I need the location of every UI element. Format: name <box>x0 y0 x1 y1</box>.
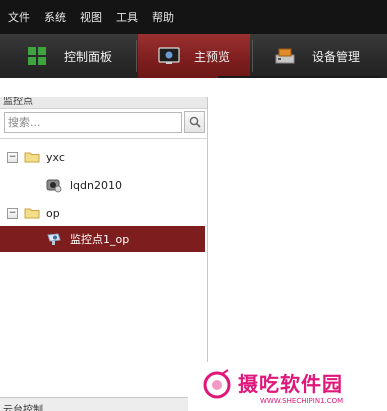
tree-item-label: 监控点1_op <box>70 233 130 246</box>
menu-help[interactable]: 帮助 <box>152 9 174 25</box>
ptz-control-label: 云台控制 <box>3 405 43 411</box>
tab-control-panel[interactable]: 控制面板 <box>0 34 134 78</box>
folder-icon <box>24 152 40 163</box>
watermark: 摄吃软件园 WWW.SHECHIPIN1.COM <box>188 362 387 411</box>
menu-tools[interactable]: 工具 <box>116 9 138 25</box>
toolbar-separator <box>136 40 137 72</box>
monitor-icon <box>158 45 180 67</box>
panel-title: 监控点 <box>3 97 33 107</box>
watermark-logo-icon <box>203 369 231 399</box>
tab-device-manage-label: 设备管理 <box>312 49 361 64</box>
device-icon <box>274 45 296 67</box>
watermark-name: 摄吃软件园 <box>238 372 343 396</box>
toolbar-separator <box>252 40 253 72</box>
panel-header: 监控点 <box>0 97 207 109</box>
tab-main-preview[interactable]: 主预览 <box>138 34 250 78</box>
tree-group-op[interactable]: − op <box>7 203 60 223</box>
tree-group-label: op <box>46 206 60 220</box>
tab-control-panel-label: 控制面板 <box>64 49 113 64</box>
panel-divider <box>0 138 207 139</box>
folder-icon <box>24 208 40 219</box>
main-toolbar: 控制面板 主预览 设备管理 <box>0 34 387 78</box>
grid-icon <box>26 45 48 67</box>
search-input[interactable] <box>4 112 182 133</box>
tree-group-label: yxc <box>46 150 65 164</box>
ptz-control-header[interactable]: 云台控制 <box>0 397 208 411</box>
menu-file[interactable]: 文件 <box>8 9 30 25</box>
camera-icon <box>47 233 61 245</box>
tree-item-lqdn2010[interactable]: lqdn2010 <box>46 175 122 195</box>
menu-view[interactable]: 视图 <box>80 9 102 25</box>
tree-item-camera-op[interactable]: 监控点1_op <box>0 226 205 252</box>
watermark-url: WWW.SHECHIPIN1.COM <box>260 397 344 405</box>
tab-main-preview-label: 主预览 <box>194 49 231 64</box>
search-icon <box>189 116 201 128</box>
tab-device-manage[interactable]: 设备管理 <box>250 34 380 78</box>
collapse-toggle[interactable]: − <box>7 207 18 219</box>
menu-bar: 文件 系统 视图 工具 帮助 <box>0 0 387 34</box>
menu-system[interactable]: 系统 <box>44 9 66 25</box>
tab-underline <box>218 76 380 78</box>
camera-icon <box>46 179 62 193</box>
tree-item-label: lqdn2010 <box>70 178 122 192</box>
device-tree-panel: 监控点 − yxc lqdn2010 − op <box>0 97 208 411</box>
collapse-toggle[interactable]: − <box>7 151 18 163</box>
tree-group-yxc[interactable]: − yxc <box>7 147 65 167</box>
search-button[interactable] <box>184 111 205 133</box>
